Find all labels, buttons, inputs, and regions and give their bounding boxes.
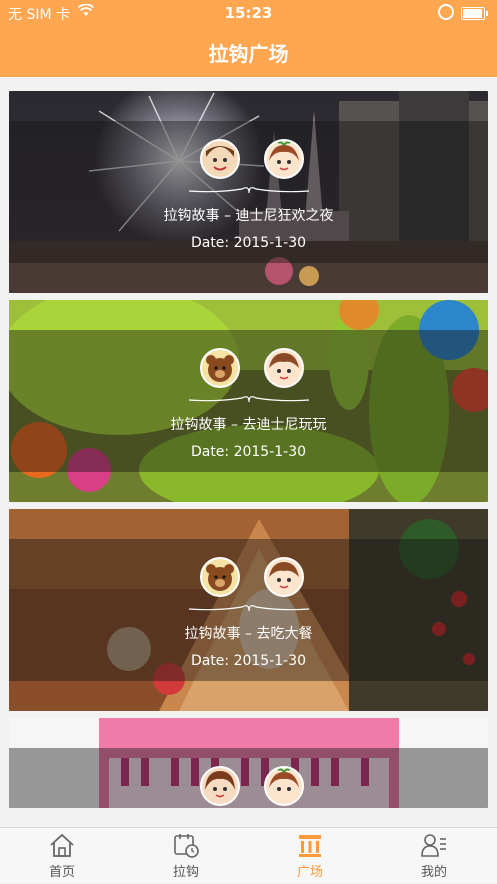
tab-mine[interactable]: 我的 (372, 828, 496, 884)
tab-label: 首页 (48, 865, 75, 880)
kid-avatar (264, 557, 304, 597)
header: 无 SIM 卡 15:23 拉钩广场 (0, 0, 497, 77)
tab-label: 我的 (420, 865, 447, 880)
tab-lagou[interactable]: 拉钩 (124, 828, 248, 884)
ribbon-divider-icon (188, 605, 310, 612)
battery-icon (461, 7, 488, 20)
girl-avatar (264, 766, 304, 806)
story-card[interactable]: 拉钩故事 – 迪士尼狂欢之夜 Date: 2015-1-30 (9, 91, 488, 293)
ribbon-divider-icon (188, 396, 310, 403)
story-title: 拉钩故事 – 去迪士尼玩玩 (170, 417, 327, 433)
story-list[interactable]: 拉钩故事 – 迪士尼狂欢之夜 Date: 2015-1-30 拉钩故事 – 去迪… (0, 77, 497, 827)
story-title: 拉钩故事 – 迪士尼狂欢之夜 (163, 208, 334, 224)
plaza-icon (299, 835, 321, 857)
tab-bar: 首页 拉钩 广场 我的 (0, 827, 497, 883)
boy-avatar (200, 139, 240, 179)
tab-plaza[interactable]: 广场 (248, 828, 372, 884)
orientation-lock-icon (438, 4, 454, 20)
bear-avatar (200, 557, 240, 597)
page-title: 拉钩广场 (208, 42, 289, 66)
story-card[interactable] (9, 718, 488, 808)
story-date: Date: 2015-1-30 (190, 235, 307, 251)
girl-avatar (200, 766, 240, 806)
tab-label: 广场 (296, 865, 323, 880)
tab-home[interactable]: 首页 (0, 828, 124, 884)
story-card[interactable]: 拉钩故事 – 去迪士尼玩玩 Date: 2015-1-30 (9, 300, 488, 502)
girl-avatar (264, 139, 304, 179)
story-date: Date: 2015-1-30 (190, 653, 307, 669)
story-title: 拉钩故事 – 去吃大餐 (184, 626, 313, 642)
status-time: 15:23 (224, 4, 273, 22)
kid-avatar (264, 348, 304, 388)
story-date: Date: 2015-1-30 (190, 444, 307, 460)
calendar-clock-icon (174, 834, 199, 858)
story-card[interactable]: 拉钩故事 – 去吃大餐 Date: 2015-1-30 (9, 509, 488, 711)
tab-label: 拉钩 (172, 865, 199, 880)
home-icon (50, 833, 74, 857)
card-overlay (9, 748, 488, 808)
status-bar: 无 SIM 卡 15:23 (0, 0, 497, 26)
bear-avatar (200, 348, 240, 388)
ribbon-divider-icon (188, 187, 310, 194)
profile-list-icon (421, 834, 446, 857)
